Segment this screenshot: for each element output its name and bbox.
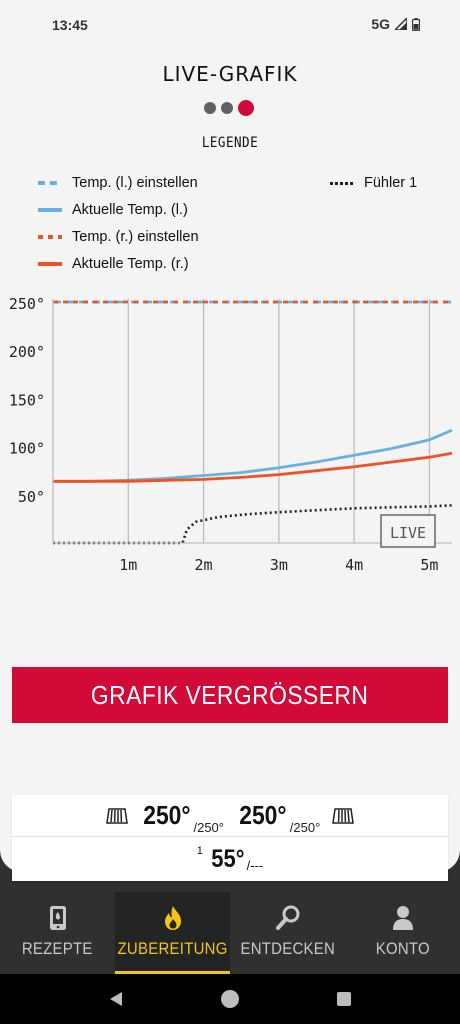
legend-label: Aktuelle Temp. (l.) <box>72 202 188 218</box>
battery-icon <box>412 17 420 31</box>
y-tick-label-5: 250° <box>9 295 45 313</box>
back-icon[interactable] <box>108 991 124 1007</box>
x-tick-label-5: 5m <box>420 556 438 574</box>
legend-swatch-dashed-red <box>38 235 62 239</box>
legend-label: Temp. (l.) einstellen <box>72 175 198 191</box>
live-badge: LIVE <box>380 514 436 548</box>
y-tick-label-1: 50° <box>18 488 45 506</box>
recent-apps-icon[interactable] <box>337 992 351 1006</box>
right-current-temp: 250° <box>239 800 287 830</box>
grill-status-card[interactable]: 250° /250° 250° /250° 1 55° /--- <box>12 795 448 881</box>
page-dot-3-active[interactable] <box>238 100 254 116</box>
home-icon[interactable] <box>221 990 239 1008</box>
probe-number: 1 <box>196 845 203 857</box>
nav-label: ZUBEREITUNG <box>117 939 228 958</box>
nav-label: REZEPTE <box>22 939 93 958</box>
y-tick-label-2: 100° <box>9 440 45 458</box>
right-set-temp: /250° <box>289 820 321 835</box>
page-indicator[interactable] <box>204 100 254 116</box>
legend-swatch-dashed-blue <box>38 181 62 185</box>
page-dot-2[interactable] <box>221 102 233 114</box>
left-set-temp: /250° <box>193 820 224 835</box>
legend-item-set-temp-right: Temp. (r.) einstellen <box>38 229 199 245</box>
series-line-4 <box>53 451 453 483</box>
legend-item-current-temp-right: Aktuelle Temp. (r.) <box>38 256 189 272</box>
x-tick-label-3: 3m <box>270 556 288 574</box>
page-dot-1[interactable] <box>204 102 216 114</box>
grill-left-zone-icon <box>105 807 128 824</box>
nav-item-entdecken[interactable]: ENTDECKEN <box>230 892 345 974</box>
status-time: 13:45 <box>52 17 88 33</box>
enlarge-chart-button[interactable]: GRAFIK VERGRÖSSERN <box>12 667 448 723</box>
android-navigation-bar <box>0 974 460 1024</box>
y-tick-label-3: 150° <box>9 391 45 409</box>
legend-label: Fühler 1 <box>364 175 418 191</box>
x-tick-label-2: 2m <box>195 556 213 574</box>
right-zone-temperature: 250° /250° <box>236 800 320 835</box>
x-tick-label-1: 1m <box>119 556 137 574</box>
left-current-temp: 250° <box>142 800 191 830</box>
magnifier-icon <box>275 905 299 930</box>
legend-item-current-temp-left: Aktuelle Temp. (l.) <box>38 202 188 218</box>
legend-item-probe-1: Fühler 1 <box>330 175 417 191</box>
legend-title: LEGENDE <box>201 135 259 151</box>
nav-item-zubereitung[interactable]: ZUBEREITUNG <box>115 892 230 974</box>
signal-icon <box>395 18 407 30</box>
probe-temperature-row: 1 55° /--- <box>12 837 448 881</box>
nav-label: KONTO <box>375 939 430 958</box>
legend-swatch-solid-blue <box>38 208 62 212</box>
x-tick-label-4: 4m <box>345 556 363 574</box>
probe-current-temp: 55° <box>211 844 245 873</box>
bottom-navigation: REZEPTE ZUBEREITUNG ENTDECKEN KONTO <box>0 892 460 974</box>
person-icon <box>392 906 413 930</box>
left-zone-temperature: 250° /250° <box>140 800 224 835</box>
status-bar: 13:45 5G <box>0 0 460 50</box>
live-badge-label: LIVE <box>390 524 426 542</box>
nav-label: ENTDECKEN <box>240 939 335 958</box>
live-temperature-chart[interactable]: 50° 100° 150° 200° 250° 1m 2m 3m 4m 5m LIVE <box>0 285 460 585</box>
probe-set-temp: /--- <box>246 857 264 873</box>
phone-recipe-icon <box>49 906 66 930</box>
legend-label: Temp. (r.) einstellen <box>72 229 199 245</box>
y-tick-label-4: 200° <box>9 343 45 361</box>
status-icons: 5G <box>371 16 420 32</box>
nav-item-konto[interactable]: KONTO <box>345 892 460 974</box>
page-title: LIVE-GRAFIK <box>162 62 298 86</box>
series-line-3 <box>53 428 453 483</box>
legend-label: Aktuelle Temp. (r.) <box>72 256 189 272</box>
grill-right-zone-icon <box>332 807 355 824</box>
flame-icon <box>164 906 181 930</box>
legend-item-set-temp-left: Temp. (l.) einstellen <box>38 175 198 191</box>
grill-temperatures-row: 250° /250° 250° /250° <box>12 795 448 837</box>
legend-swatch-solid-red <box>38 262 62 266</box>
enlarge-chart-label: GRAFIK VERGRÖSSERN <box>91 679 369 710</box>
network-label: 5G <box>371 16 390 32</box>
nav-item-rezepte[interactable]: REZEPTE <box>0 892 115 974</box>
legend-swatch-dotted-black <box>330 181 354 185</box>
